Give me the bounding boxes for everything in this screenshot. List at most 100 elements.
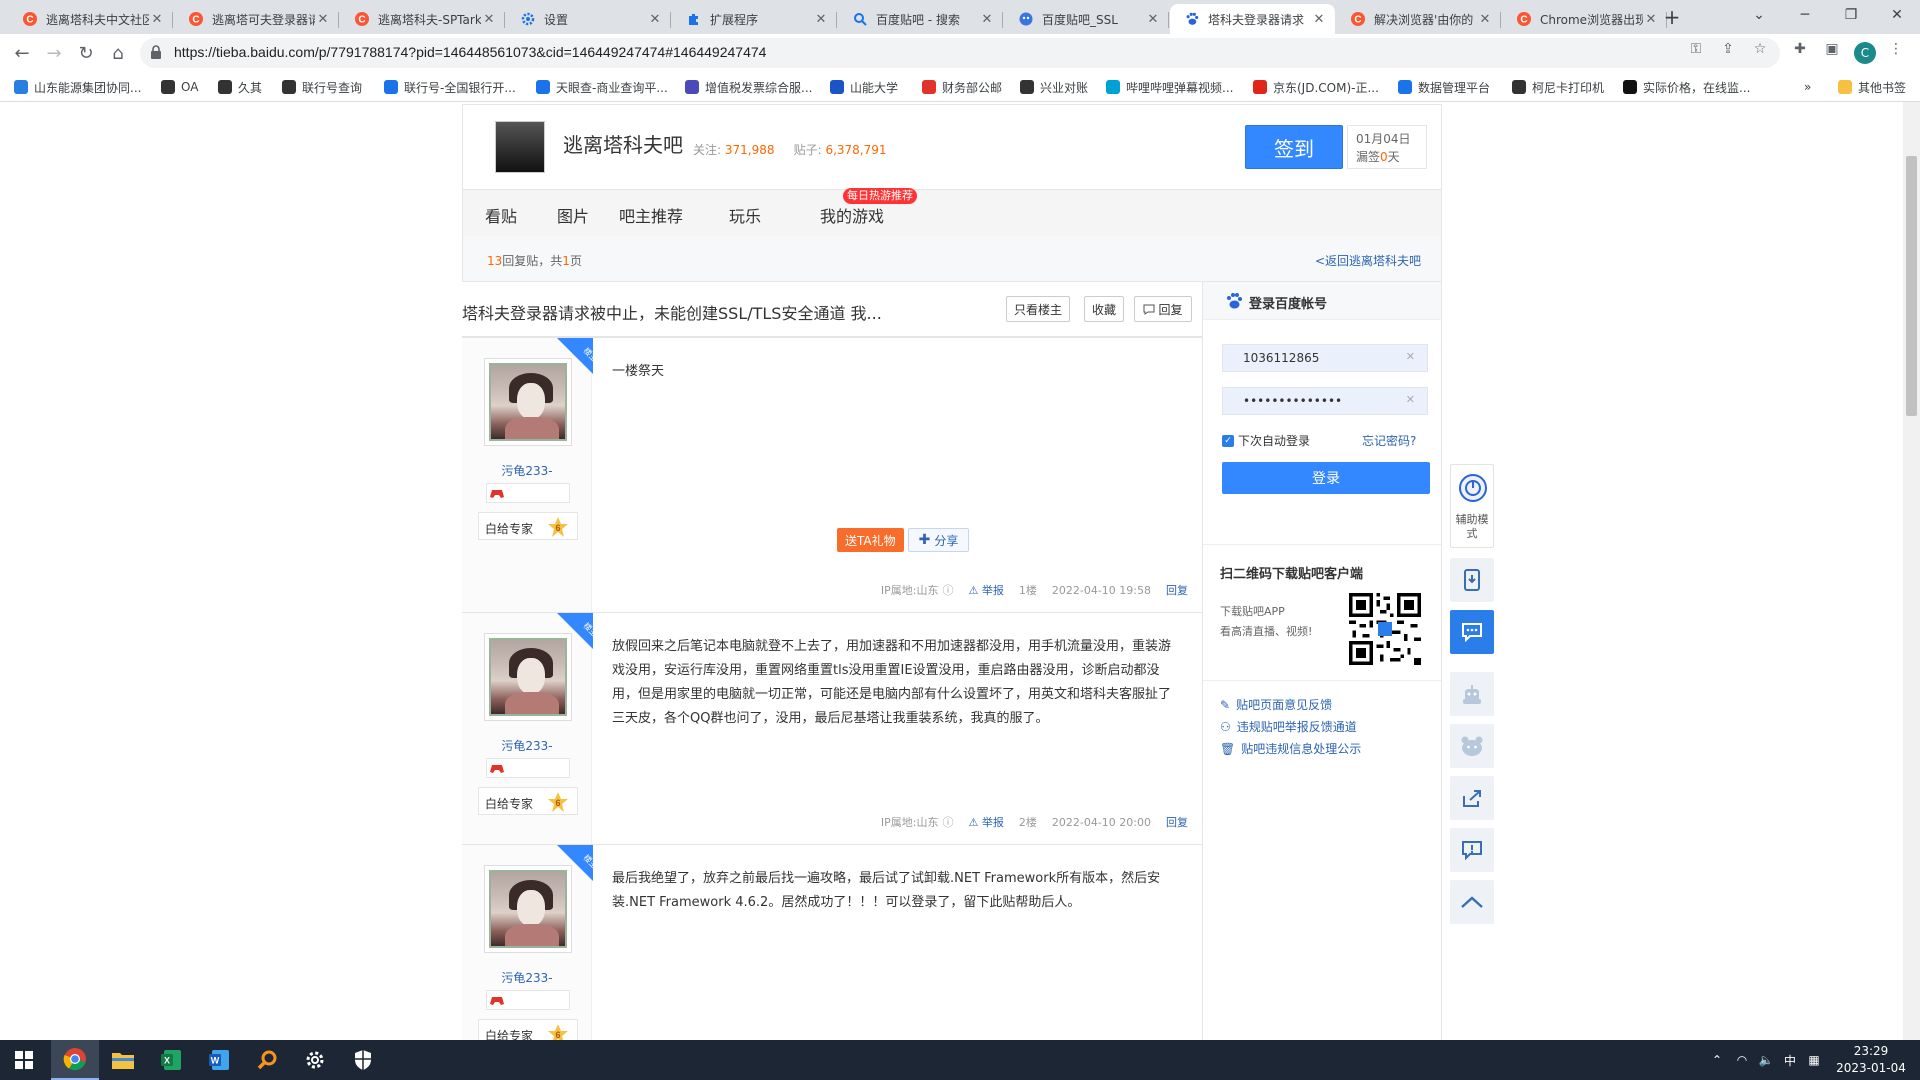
home-button[interactable]: ⌂	[104, 39, 132, 67]
side-panel-icon[interactable]: ▣	[1824, 41, 1840, 57]
tab[interactable]: C 逃离塔科夫-SPTarkov✕	[340, 4, 505, 34]
bookmark-item[interactable]: 山东能源集团协同...	[14, 78, 141, 96]
report-page-button[interactable]	[1450, 828, 1494, 872]
forum-logo[interactable]	[495, 121, 545, 173]
settings-taskbar-icon[interactable]	[291, 1040, 339, 1080]
close-tab-icon[interactable]: ✕	[149, 12, 165, 27]
favorite-button[interactable]: 收藏	[1084, 296, 1124, 322]
violation-notice-link[interactable]: 🗑 贴吧违规信息处理公示	[1220, 740, 1361, 757]
volume-icon[interactable]: 🔈	[1754, 1053, 1778, 1067]
login-button[interactable]: 登录	[1222, 462, 1430, 494]
clear-icon[interactable]: ✕	[1406, 393, 1415, 406]
feedback-link[interactable]: ✎ 贴吧页面意见反馈	[1220, 696, 1332, 713]
tab[interactable]: C 解决浏览器'由你的 ✕	[1336, 4, 1501, 34]
nav-my-games[interactable]: 我的游戏	[820, 203, 884, 227]
bookmarks-overflow-button[interactable]: »	[1804, 78, 1811, 96]
new-tab-button[interactable]: +	[1658, 6, 1686, 30]
other-bookmarks-folder[interactable]: 其他书签	[1838, 78, 1906, 96]
bookmark-item[interactable]: 天眼查-商业查询平...	[536, 78, 668, 96]
close-tab-icon[interactable]: ✕	[1477, 12, 1493, 27]
back-to-top-button[interactable]	[1450, 880, 1494, 924]
tab[interactable]: 扩展程序 ✕	[672, 4, 837, 34]
minimize-button[interactable]: ─	[1782, 0, 1828, 30]
mascot-button[interactable]	[1450, 724, 1494, 768]
bookmark-item[interactable]: 兴业对账	[1020, 78, 1088, 96]
only-op-button[interactable]: 只看楼主	[1006, 296, 1070, 322]
close-tab-icon[interactable]: ✕	[1643, 12, 1659, 27]
robot-helper-button[interactable]	[1450, 672, 1494, 716]
reload-button[interactable]: ↻	[72, 39, 100, 67]
ime-indicator[interactable]: 中	[1778, 1052, 1802, 1069]
bookmark-item[interactable]: 山能大学	[830, 78, 898, 96]
tab[interactable]: 百度贴吧_SSL ✕	[1004, 4, 1169, 34]
chrome-taskbar-icon[interactable]	[51, 1040, 99, 1080]
bookmark-item[interactable]: 数据管理平台	[1398, 78, 1490, 96]
close-window-button[interactable]: ✕	[1874, 0, 1920, 30]
nav-recommended[interactable]: 吧主推荐	[619, 203, 683, 227]
reply-thread-button[interactable]: 回复	[1134, 296, 1192, 322]
share-page-button[interactable]	[1450, 776, 1494, 820]
download-app-button[interactable]	[1450, 558, 1494, 602]
start-button[interactable]	[0, 1040, 48, 1080]
password-field[interactable]: •••••••••••••• ✕	[1222, 387, 1428, 415]
address-bar[interactable]: https://tieba.baidu.com/p/7791788174?pid…	[140, 38, 1780, 68]
taskbar-clock[interactable]: 23:29 2023-01-04	[1836, 1043, 1906, 1077]
username-field[interactable]: 1036112865 ✕	[1222, 344, 1428, 372]
security-taskbar-icon[interactable]	[339, 1040, 387, 1080]
wifi-icon[interactable]: ◠	[1730, 1053, 1754, 1067]
bookmark-item[interactable]: 联行号-全国银行开...	[384, 78, 516, 96]
close-tab-icon[interactable]: ✕	[647, 12, 663, 27]
report-link[interactable]: ⚠ 举报	[969, 814, 1004, 830]
report-link[interactable]: ⚠ 举报	[969, 582, 1004, 598]
maximize-button[interactable]: ❐	[1828, 0, 1874, 30]
close-tab-icon[interactable]: ✕	[315, 12, 331, 27]
forum-name[interactable]: 逃离塔科夫吧	[563, 129, 683, 158]
username-link[interactable]: 污龟233-	[462, 462, 592, 479]
close-tab-icon[interactable]: ✕	[1311, 12, 1327, 27]
share-icon[interactable]: ⇪	[1720, 41, 1736, 57]
sign-in-button[interactable]: 签到	[1245, 125, 1343, 169]
back-button[interactable]: ←	[8, 39, 36, 67]
bookmark-item[interactable]: 实际价格，在线监...	[1623, 78, 1750, 96]
search-app-taskbar-icon[interactable]	[243, 1040, 291, 1080]
tab[interactable]: C Chrome浏览器出现 ✕	[1502, 4, 1667, 34]
nav-posts[interactable]: 看贴	[485, 203, 517, 227]
scrollbar-thumb[interactable]	[1906, 156, 1917, 416]
close-tab-icon[interactable]: ✕	[1145, 12, 1161, 27]
reply-link[interactable]: 回复	[1166, 582, 1188, 598]
assist-mode-button[interactable]: 辅助模式	[1450, 464, 1494, 548]
tab[interactable]: 塔科夫登录器请求 ✕	[1170, 4, 1335, 34]
username-link[interactable]: 污龟233-	[462, 737, 592, 754]
extensions-icon[interactable]: ✚	[1792, 41, 1808, 57]
back-to-forum-link[interactable]: <返回逃离塔科夫吧	[1315, 252, 1421, 269]
remember-me-checkbox[interactable]: ✓ 下次自动登录	[1222, 432, 1310, 449]
word-taskbar-icon[interactable]: W	[195, 1040, 243, 1080]
clear-icon[interactable]: ✕	[1406, 350, 1415, 363]
report-channel-link[interactable]: ⚇ 违规贴吧举报反馈通道	[1220, 718, 1357, 735]
bookmark-item[interactable]: 哔哩哔哩弹幕视频...	[1106, 78, 1233, 96]
bookmark-item[interactable]: 联行号查询	[282, 78, 362, 96]
nav-fun[interactable]: 玩乐	[729, 203, 761, 227]
bookmark-star-icon[interactable]: ☆	[1752, 41, 1768, 57]
share-button[interactable]: ✚ 分享	[907, 528, 970, 552]
tab-search-icon[interactable]: ⌄	[1736, 0, 1782, 30]
tab[interactable]: C 逃离塔可夫登录器请求✕	[174, 4, 339, 34]
tab[interactable]: C 逃离塔科夫中文社区 ✕	[8, 4, 173, 34]
ime-mode-icon[interactable]: ▦	[1802, 1053, 1826, 1067]
send-gift-button[interactable]: 送TA礼物	[837, 528, 904, 552]
tray-chevron-icon[interactable]: ⌃	[1704, 1053, 1730, 1067]
close-tab-icon[interactable]: ✕	[979, 12, 995, 27]
forgot-password-link[interactable]: 忘记密码?	[1362, 432, 1416, 449]
forward-button[interactable]: →	[40, 39, 68, 67]
username-link[interactable]: 污龟233-	[462, 969, 592, 986]
bookmark-item[interactable]: 柯尼卡打印机	[1512, 78, 1604, 96]
message-button[interactable]	[1450, 610, 1494, 654]
file-explorer-taskbar-icon[interactable]	[99, 1040, 147, 1080]
reply-link[interactable]: 回复	[1166, 814, 1188, 830]
tab[interactable]: 百度贴吧 - 搜索 ✕	[838, 4, 1003, 34]
profile-avatar[interactable]: C	[1854, 42, 1876, 64]
close-tab-icon[interactable]: ✕	[481, 12, 497, 27]
page-scrollbar[interactable]	[1903, 102, 1920, 1040]
menu-icon[interactable]: ⋮	[1888, 41, 1904, 57]
bookmark-item[interactable]: 京东(JD.COM)-正...	[1253, 78, 1379, 96]
